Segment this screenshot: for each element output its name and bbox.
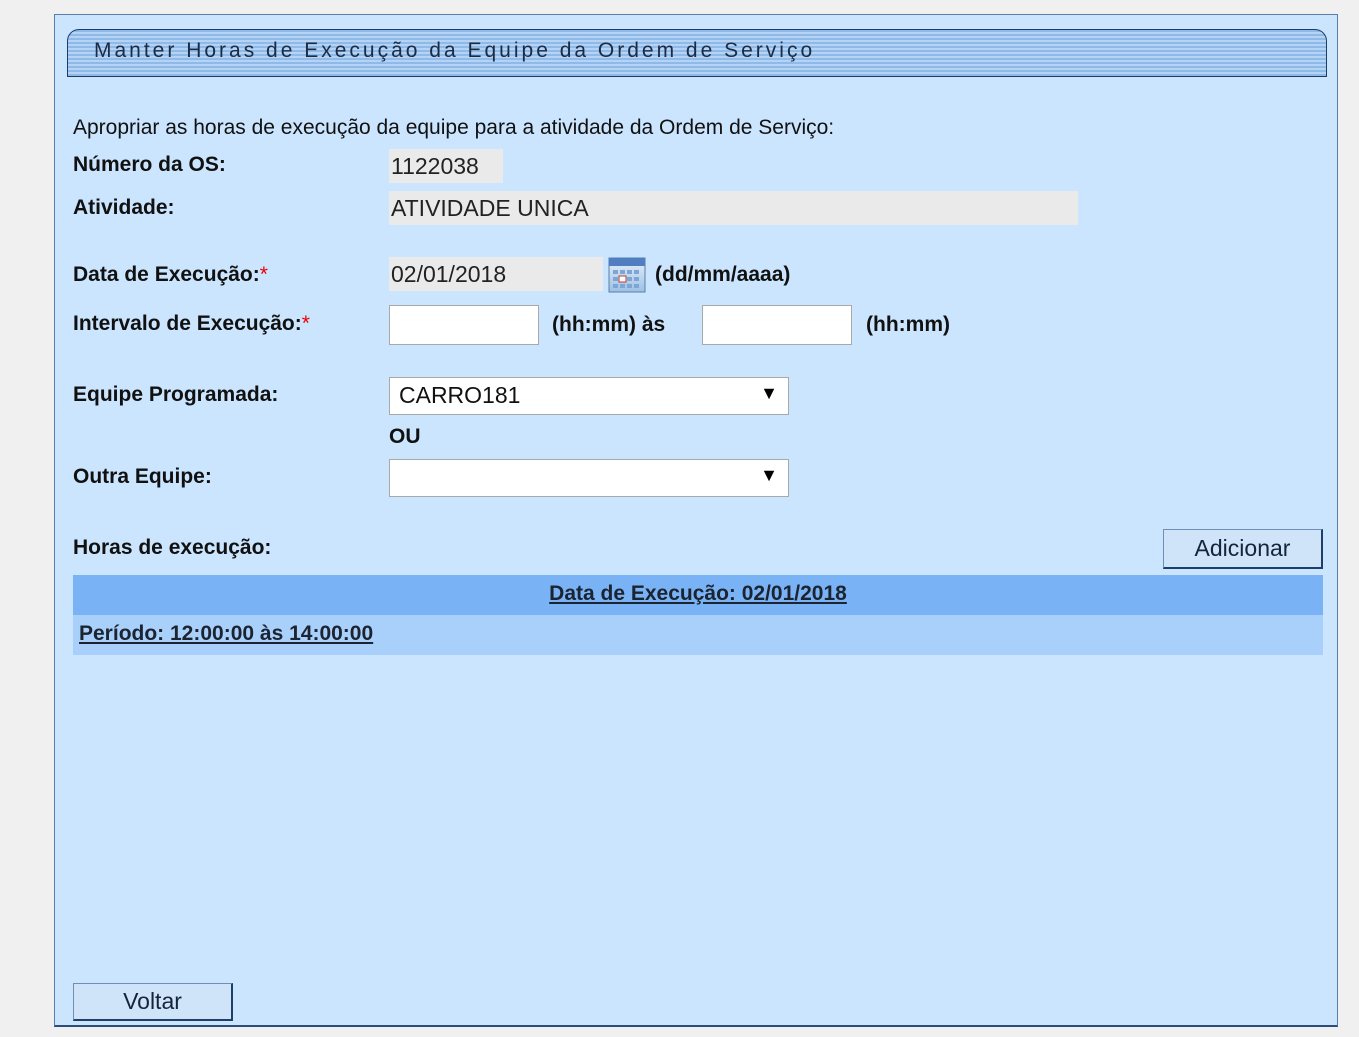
required-mark: * xyxy=(301,312,310,335)
required-mark: * xyxy=(259,263,268,286)
execution-date-group-header: Data de Execução: 02/01/2018 xyxy=(73,575,1323,615)
date-format-hint: (dd/mm/aaaa) xyxy=(655,263,791,286)
add-button[interactable]: Adicionar xyxy=(1163,529,1323,569)
scheduled-team-label: Equipe Programada: xyxy=(73,383,279,406)
other-team-label: Outra Equipe: xyxy=(73,465,212,488)
execution-date-label: Data de Execução:* xyxy=(73,263,268,286)
back-button[interactable]: Voltar xyxy=(73,983,233,1021)
dropdown-arrow-icon: ▼ xyxy=(760,465,778,485)
form-title-bar: Manter Horas de Execução da Equipe da Or… xyxy=(67,29,1327,77)
execution-hours-label: Horas de execução: xyxy=(73,536,272,559)
scheduled-team-select[interactable]: CARRO181 ▼ xyxy=(389,377,789,415)
os-number-label: Número da OS: xyxy=(73,153,226,176)
execution-interval-label: Intervalo de Execução:* xyxy=(73,312,310,335)
interval-start-hint: (hh:mm) às xyxy=(552,313,666,336)
intro-text: Apropriar as horas de execução da equipe… xyxy=(73,116,835,139)
dropdown-arrow-icon: ▼ xyxy=(760,383,778,403)
interval-start-input[interactable] xyxy=(389,305,539,345)
os-number-value: 1122038 xyxy=(389,149,503,183)
table-row: Período: 12:00:00 às 14:00:00 xyxy=(73,615,1323,655)
execution-date-field[interactable]: 02/01/2018 xyxy=(389,257,603,291)
other-team-select[interactable]: ▼ xyxy=(389,459,789,497)
interval-end-input[interactable] xyxy=(702,305,852,345)
main-panel: Manter Horas de Execução da Equipe da Or… xyxy=(54,14,1338,1027)
activity-value: ATIVIDADE UNICA xyxy=(389,191,1078,225)
or-label: OU xyxy=(389,425,421,448)
interval-end-hint: (hh:mm) xyxy=(866,313,950,336)
period-link[interactable]: Período: 12:00:00 às 14:00:00 xyxy=(79,622,373,646)
activity-label: Atividade: xyxy=(73,196,175,219)
page-background: Manter Horas de Execução da Equipe da Or… xyxy=(8,0,1359,1037)
scheduled-team-selected-value: CARRO181 xyxy=(399,382,521,408)
calendar-icon[interactable] xyxy=(608,257,646,293)
group-header-link[interactable]: Data de Execução: 02/01/2018 xyxy=(549,582,847,606)
form-title: Manter Horas de Execução da Equipe da Or… xyxy=(94,39,816,62)
